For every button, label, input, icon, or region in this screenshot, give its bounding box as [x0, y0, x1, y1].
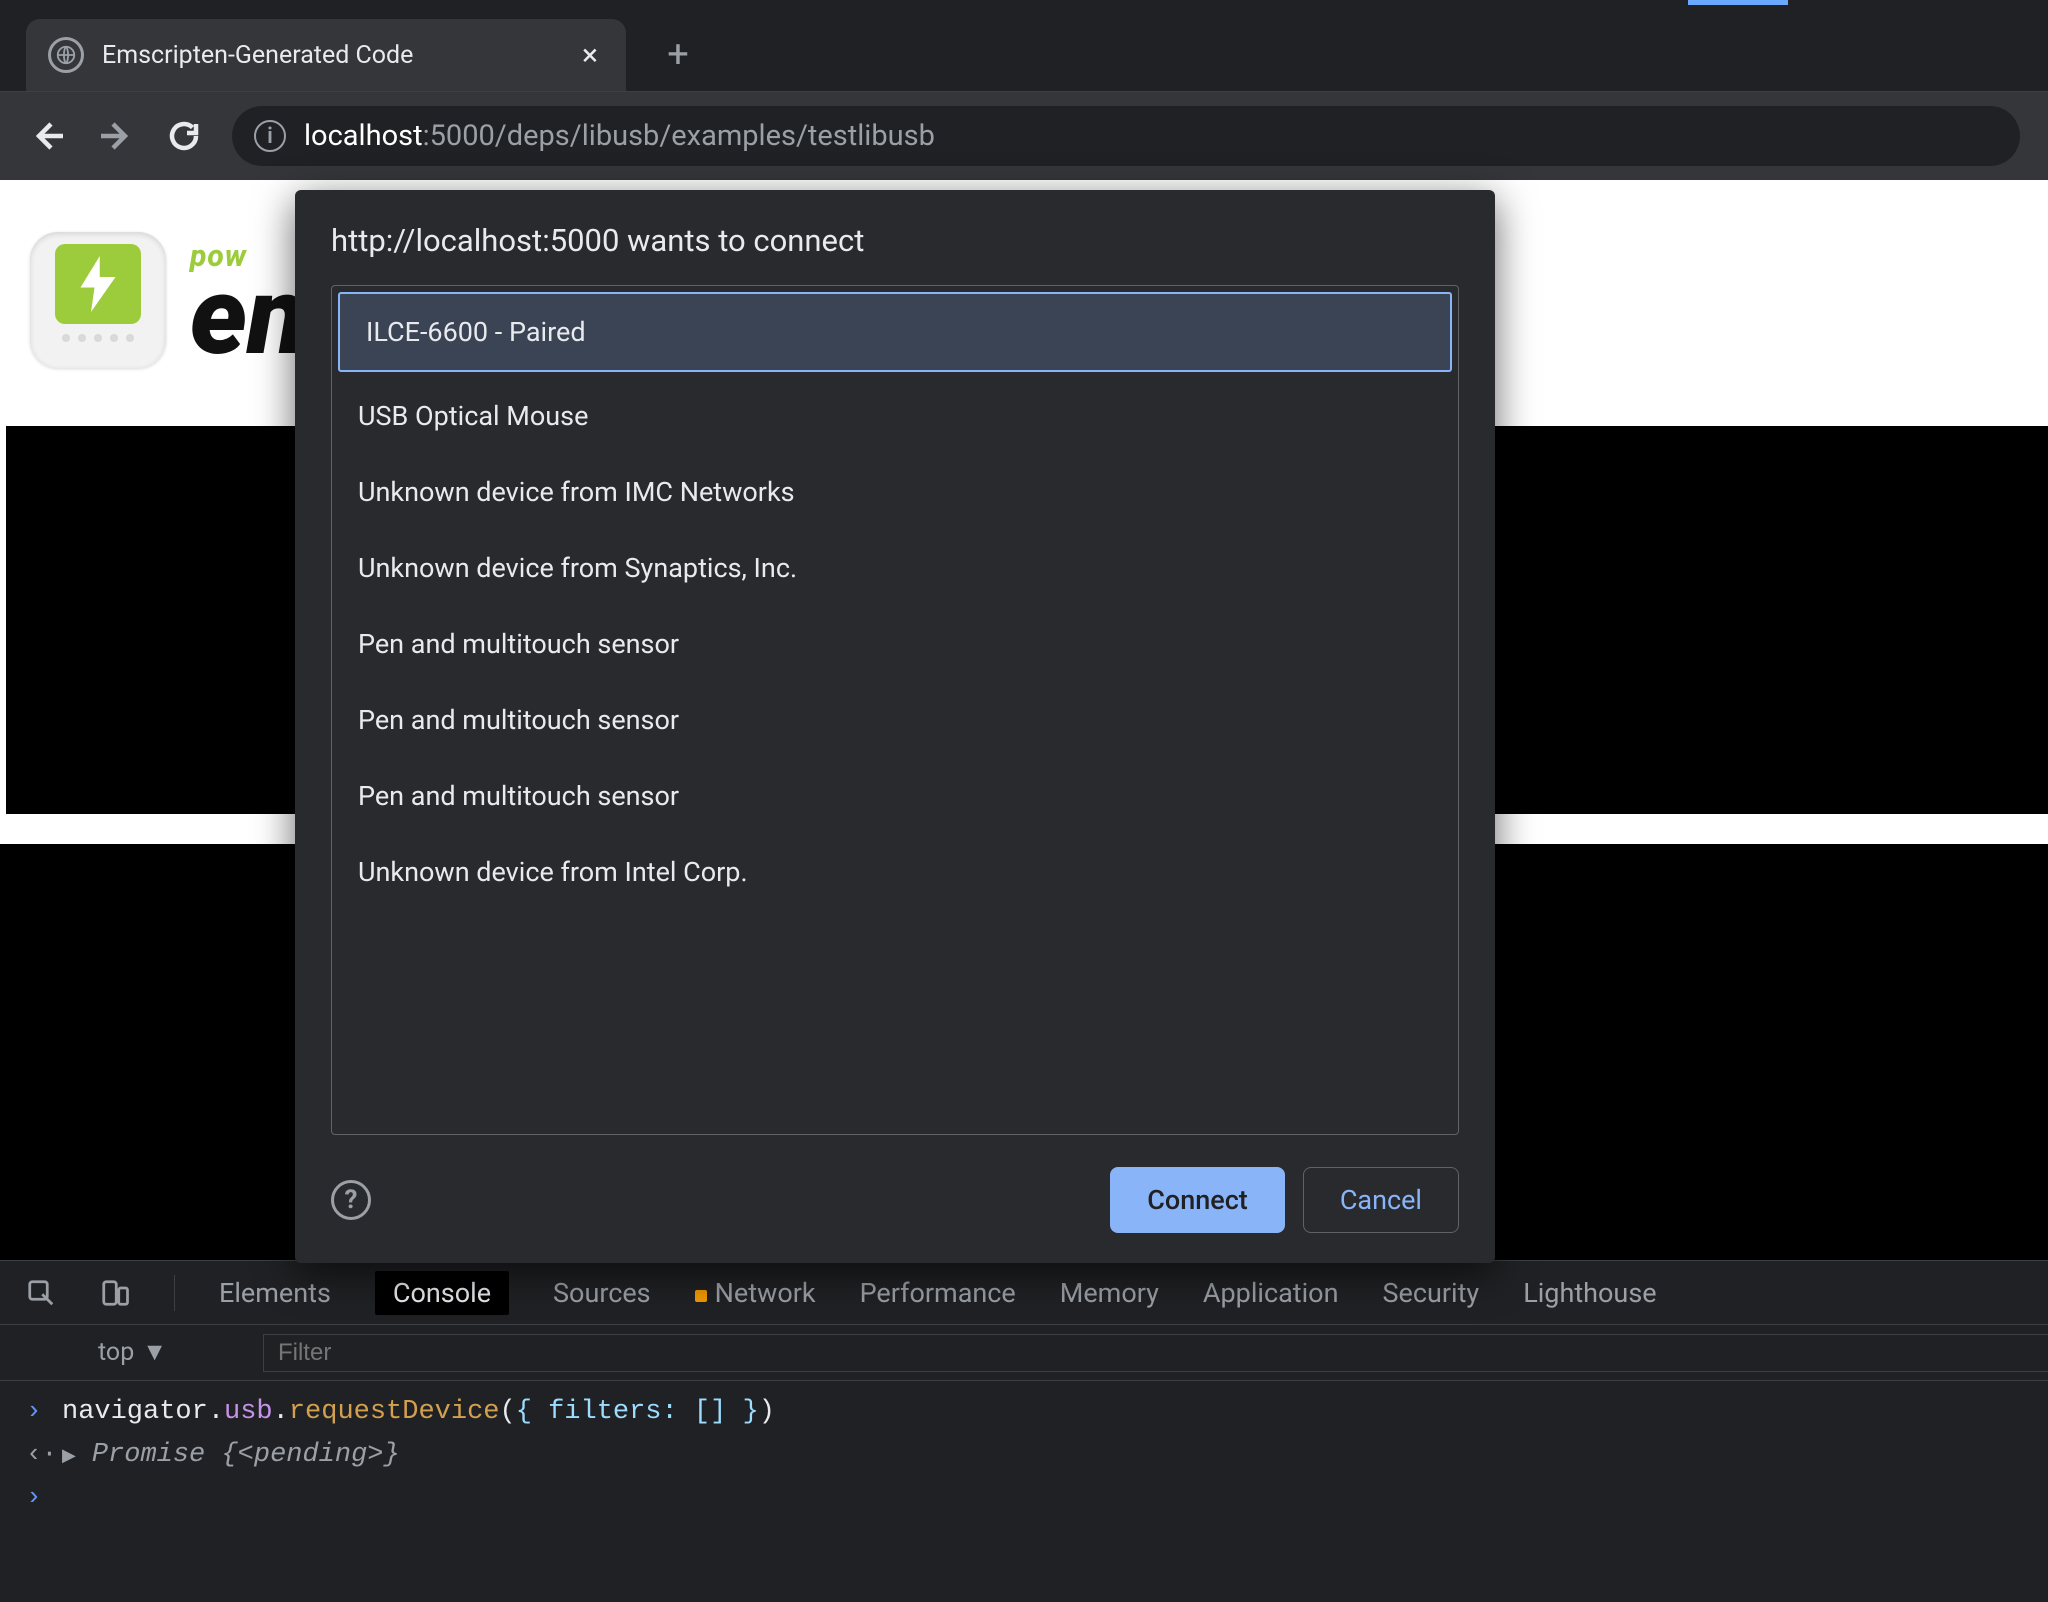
emscripten-logo: [30, 232, 166, 368]
device-item[interactable]: Unknown device from Synaptics, Inc.: [332, 530, 1458, 606]
token: }: [384, 1440, 400, 1470]
chevron-down-icon: ▼: [142, 1338, 167, 1367]
connect-button[interactable]: Connect: [1110, 1167, 1285, 1233]
token: <pending>: [238, 1440, 384, 1470]
bolt-icon: [55, 244, 141, 324]
cancel-button[interactable]: Cancel: [1303, 1167, 1459, 1233]
prompt-icon: ›: [26, 1391, 46, 1433]
token: usb: [224, 1397, 273, 1427]
device-item[interactable]: Unknown device from IMC Networks: [332, 454, 1458, 530]
device-item[interactable]: Pen and multitouch sensor: [332, 682, 1458, 758]
url-text: localhost:5000/deps/libusb/examples/test…: [304, 119, 935, 153]
tab-network-label: Network: [715, 1277, 816, 1309]
window-accent: [1688, 0, 1788, 5]
address-bar[interactable]: i localhost:5000/deps/libusb/examples/te…: [232, 106, 2020, 166]
prompt-icon: ›: [26, 1477, 46, 1519]
inspect-icon[interactable]: [26, 1278, 56, 1308]
console-output: › navigator.usb.requestDevice({ filters:…: [0, 1381, 2048, 1543]
tab-network[interactable]: Network: [695, 1277, 816, 1309]
device-list: ILCE-6600 - Paired USB Optical Mouse Unk…: [331, 285, 1459, 1135]
usb-permission-dialog: http://localhost:5000 wants to connect I…: [295, 190, 1495, 1263]
new-tab-button[interactable]: +: [652, 29, 704, 81]
forward-button[interactable]: [96, 116, 136, 156]
console-prompt-row[interactable]: ›: [26, 1477, 2022, 1519]
site-info-icon[interactable]: i: [254, 120, 286, 152]
token: requestDevice: [289, 1397, 500, 1427]
globe-icon: [48, 37, 84, 73]
tab-security[interactable]: Security: [1382, 1277, 1479, 1309]
tab-sources[interactable]: Sources: [553, 1277, 651, 1309]
console-input-row: › navigator.usb.requestDevice({ filters:…: [26, 1391, 2022, 1434]
tab-strip: Emscripten-Generated Code × +: [0, 0, 2048, 92]
tab-console[interactable]: Console: [375, 1271, 509, 1315]
return-icon: ‹·: [26, 1434, 46, 1476]
tab-title: Emscripten-Generated Code: [102, 41, 413, 70]
brand-en: en: [190, 274, 306, 360]
console-code: navigator.usb.requestDevice({ filters: […: [62, 1391, 775, 1434]
token: { filters: [] }: [516, 1397, 759, 1427]
console-toolbar: top ▼: [0, 1325, 2048, 1381]
dialog-title: http://localhost:5000 wants to connect: [331, 222, 1459, 259]
tab-lighthouse[interactable]: Lighthouse: [1523, 1277, 1656, 1309]
token: {: [205, 1440, 237, 1470]
context-label: top: [98, 1338, 134, 1367]
context-selector[interactable]: top ▼: [98, 1338, 167, 1367]
browser-toolbar: i localhost:5000/deps/libusb/examples/te…: [0, 92, 2048, 180]
device-item[interactable]: Pen and multitouch sensor: [332, 758, 1458, 834]
url-host: localhost: [304, 119, 423, 153]
url-path: :5000/deps/libusb/examples/testlibusb: [423, 119, 935, 153]
device-item[interactable]: ILCE-6600 - Paired: [338, 292, 1452, 372]
tab-elements[interactable]: Elements: [219, 1277, 331, 1309]
tab-performance[interactable]: Performance: [860, 1277, 1016, 1309]
help-icon[interactable]: ?: [331, 1180, 371, 1220]
console-output-row: ‹· ▶ Promise {<pending>}: [26, 1434, 2022, 1477]
browser-chrome: Emscripten-Generated Code × + i localhos…: [0, 0, 2048, 180]
devtools-tabs: Elements Console Sources Network Perform…: [0, 1261, 2048, 1325]
dialog-footer: ? Connect Cancel: [331, 1167, 1459, 1233]
console-result: Promise {<pending>}: [92, 1434, 400, 1477]
filter-input[interactable]: [263, 1334, 2048, 1372]
token: navigator: [62, 1397, 208, 1427]
close-tab-icon[interactable]: ×: [582, 38, 598, 73]
devtools-panel: Elements Console Sources Network Perform…: [0, 1260, 2048, 1602]
device-item[interactable]: Unknown device from Intel Corp.: [332, 834, 1458, 910]
tab-memory[interactable]: Memory: [1060, 1277, 1159, 1309]
reload-button[interactable]: [164, 116, 204, 156]
device-toggle-icon[interactable]: [100, 1278, 130, 1308]
device-item[interactable]: USB Optical Mouse: [332, 378, 1458, 454]
expand-arrow-icon[interactable]: ▶: [62, 1443, 76, 1472]
browser-tab[interactable]: Emscripten-Generated Code ×: [26, 19, 626, 91]
device-item[interactable]: Pen and multitouch sensor: [332, 606, 1458, 682]
brand-text: pow en: [190, 239, 306, 360]
token: Promise: [92, 1440, 205, 1470]
back-button[interactable]: [28, 116, 68, 156]
tab-application[interactable]: Application: [1203, 1277, 1339, 1309]
